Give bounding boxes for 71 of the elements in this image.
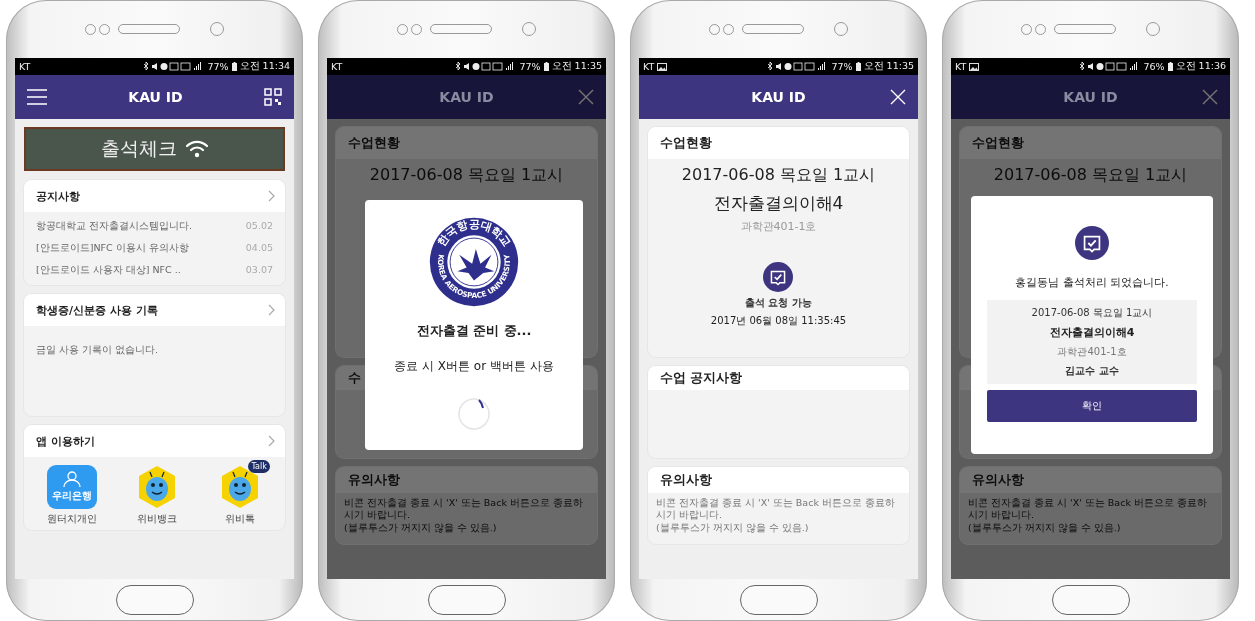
notice-title[interactable]: [안드로이드 사용자 대상] NFC .. (36, 264, 181, 277)
battery-icon (1167, 62, 1173, 71)
clock-time: 오전 11:35 (551, 60, 602, 73)
battery-icon (543, 62, 549, 71)
notice-date: 03.07 (245, 264, 273, 277)
battery-level: 76% (1143, 61, 1165, 72)
menu-icon[interactable] (27, 89, 47, 105)
classroom: 과학관401-1호 (1057, 345, 1127, 359)
battery-level: 77% (831, 61, 853, 72)
lesson-date: 2017-06-08 목요일 1교시 (1031, 306, 1153, 320)
attendance-time: 2017년 06월 08일 11:35:45 (710, 314, 847, 328)
image-notification-icon (969, 62, 980, 71)
app-title: KAU ID (751, 89, 806, 105)
battery-level: 77% (207, 61, 229, 72)
classroom: 과학관401-1호 (740, 219, 817, 234)
talk-badge: Talk (248, 460, 270, 473)
caution-text: 비콘 전자출결 종료 시 'X' 또는 Back 버튼으로 종료하시기 바랍니다. (블루투스가 꺼지지 않을 수 있음.) (655, 496, 896, 535)
app-title: KAU ID (439, 89, 494, 105)
qr-code-icon[interactable] (264, 88, 282, 106)
caution-text: 비콘 전자출결 종료 시 'X' 또는 Back 버튼으로 종료하시기 바랍니다. (블루투스가 꺼지지 않을 수 있음.) (343, 496, 584, 535)
empty-record-message: 금일 사용 기록이 없습니다. (36, 344, 159, 355)
carrier-name: KT (19, 61, 31, 72)
bee-mascot-app-icon[interactable] (137, 465, 178, 509)
professor-name: 김교수 교수 (1065, 364, 1119, 378)
notice-title[interactable]: [안드로이드]NFC 이용시 유의사항 (36, 242, 189, 255)
notice-title[interactable]: 항공대학교 전자출결시스템입니다. (36, 220, 193, 233)
dialog-message: 종료 시 X버튼 or 백버튼 사용 (394, 358, 554, 375)
section-title: 수업현황 (348, 134, 400, 152)
section-title: 유의사항 (348, 471, 400, 489)
carrier-name: KT (331, 61, 343, 72)
section-title: 수업 공지사항 (660, 369, 743, 387)
caution-text: 비콘 전자출결 종료 시 'X' 또는 Back 버튼으로 종료하시기 바랍니다. (블루투스가 꺼지지 않을 수 있음.) (967, 496, 1208, 535)
section-title: 앱 이용하기 (36, 433, 95, 449)
notice-date: 04.05 (245, 242, 273, 255)
image-notification-icon (657, 62, 668, 71)
app-title: KAU ID (1063, 89, 1118, 105)
clock-time: 오전 11:36 (1175, 60, 1226, 73)
attendance-status: 출석 요청 가능 (745, 296, 812, 310)
course-name: 전자출결의이해4 (1049, 325, 1135, 340)
app-label: 위비뱅크 (137, 512, 178, 526)
lesson-date: 2017-06-08 목요일 1교시 (681, 165, 876, 186)
section-title: 학생증/신분증 사용 기록 (36, 302, 158, 318)
wifi-icon (184, 140, 209, 158)
book-check-icon (1075, 226, 1109, 260)
section-title: 유의사항 (660, 471, 712, 489)
lesson-date: 2017-06-08 목요일 1교시 (369, 165, 564, 186)
section-title: 수업현황 (660, 134, 712, 152)
section-title: 수 (348, 369, 361, 387)
section-title: 수업현황 (972, 134, 1024, 152)
notice-date: 05.02 (245, 220, 273, 233)
carrier-name: KT (955, 61, 967, 72)
dialog-message: 홍길동님 출석처리 되었습니다. (1015, 276, 1169, 290)
attendance-check-banner[interactable]: 출석체크 (24, 127, 285, 171)
app-title: KAU ID (128, 89, 183, 105)
lesson-date: 2017-06-08 목요일 1교시 (993, 165, 1188, 186)
book-check-icon (763, 262, 794, 292)
bank-app-icon[interactable]: 우리은행 (47, 465, 98, 509)
section-title: 공지사항 (36, 188, 80, 204)
dialog-title: 전자출결 준비 중... (416, 322, 532, 340)
battery-icon (231, 62, 237, 71)
course-name: 전자출결의이해4 (713, 192, 844, 215)
section-title: 유의사항 (972, 471, 1024, 489)
app-label: 원터치개인 (47, 512, 98, 526)
confirm-button[interactable]: 확인 (987, 390, 1197, 422)
battery-icon (855, 62, 861, 71)
clock-time: 오전 11:35 (863, 60, 914, 73)
clock-time: 오전 11:34 (239, 60, 290, 73)
battery-level: 77% (519, 61, 541, 72)
carrier-name: KT (643, 61, 655, 72)
app-label: 위비톡 (224, 512, 255, 526)
loading-spinner (457, 397, 491, 431)
